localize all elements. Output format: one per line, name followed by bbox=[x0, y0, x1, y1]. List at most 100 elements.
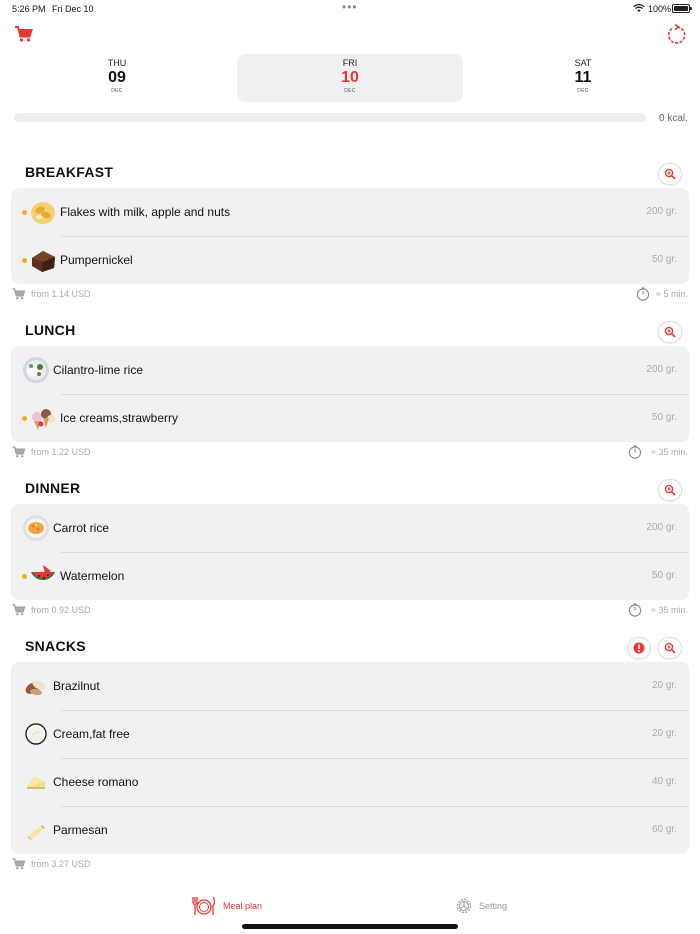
food-name: Flakes with milk, apple and nuts bbox=[60, 205, 231, 219]
timer-icon bbox=[636, 287, 650, 301]
zoom-in-icon bbox=[664, 642, 676, 654]
lunch-zoom-button[interactable] bbox=[658, 321, 682, 343]
lunch-card: Cilantro-lime rice 200 gr. Ice creams,st… bbox=[11, 346, 689, 442]
setting-icon bbox=[456, 898, 472, 914]
home-indicator bbox=[242, 924, 458, 929]
day-month: DEC bbox=[344, 88, 356, 94]
calorie-progress-bar bbox=[14, 113, 646, 122]
meal-price: from 1.22 USD bbox=[31, 447, 91, 457]
cart-icon bbox=[12, 858, 26, 870]
food-amount: 50 gr. bbox=[651, 412, 677, 423]
alert-icon bbox=[633, 642, 645, 654]
bread-icon bbox=[29, 246, 57, 274]
timer-icon bbox=[628, 445, 642, 459]
cart-icon[interactable] bbox=[14, 25, 34, 43]
dinner-title: DINNER bbox=[25, 480, 81, 496]
list-item[interactable]: Brazilnut 20 gr. bbox=[11, 662, 689, 710]
food-amount: 200 gr. bbox=[646, 364, 677, 375]
zoom-in-icon bbox=[664, 484, 676, 496]
dinner-card: Carrot rice 200 gr. Watermelon 50 gr. bbox=[11, 504, 689, 600]
meal-time: ≈ 5 min. bbox=[656, 289, 688, 299]
rice-bowl-icon bbox=[22, 356, 50, 384]
day-number: 11 bbox=[574, 69, 592, 86]
tab-setting[interactable]: Setting bbox=[455, 893, 507, 919]
day-number: 10 bbox=[341, 69, 359, 86]
day-thu[interactable]: THU 09 DEC bbox=[4, 54, 230, 102]
status-bar: 5:26 PM Fri Dec 10 ••• 100% bbox=[0, 0, 700, 18]
food-name: Cream,fat free bbox=[53, 727, 130, 741]
food-name: Ice creams,strawberry bbox=[60, 411, 179, 425]
cart-icon bbox=[12, 446, 26, 458]
status-dot bbox=[22, 574, 27, 579]
meal-price: from 3.27 USD bbox=[31, 859, 91, 869]
breakfast-zoom-button[interactable] bbox=[658, 163, 682, 185]
status-dot bbox=[22, 416, 27, 421]
day-sat[interactable]: SAT 11 DEC bbox=[470, 54, 696, 102]
snacks-footer: from 3.27 USD bbox=[12, 858, 688, 872]
snacks-zoom-button[interactable] bbox=[658, 637, 682, 659]
zoom-in-icon bbox=[664, 326, 676, 338]
list-item[interactable]: Flakes with milk, apple and nuts 200 gr. bbox=[11, 188, 689, 236]
meal-time: ≈ 35 min. bbox=[651, 605, 688, 615]
tab-label: Meal plan bbox=[223, 901, 263, 911]
battery-percent: 100% bbox=[648, 4, 672, 14]
food-amount: 50 gr. bbox=[651, 570, 677, 581]
carrot-rice-icon bbox=[22, 514, 50, 542]
breakfast-title: BREAKFAST bbox=[25, 164, 114, 180]
cheese-icon bbox=[22, 768, 50, 796]
lunch-title: LUNCH bbox=[25, 322, 76, 338]
food-amount: 200 gr. bbox=[646, 206, 677, 217]
wifi-icon bbox=[633, 3, 645, 15]
food-amount: 60 gr. bbox=[651, 824, 677, 835]
day-name: THU bbox=[107, 58, 127, 68]
dinner-footer: from 0.92 USD ≈ 35 min. bbox=[12, 603, 688, 618]
day-month: DEC bbox=[577, 88, 589, 94]
cereal-icon bbox=[29, 198, 57, 226]
food-name: Cheese romano bbox=[53, 775, 139, 789]
calorie-label: 0 kcal. bbox=[659, 113, 688, 124]
food-name: Cilantro-lime rice bbox=[53, 363, 144, 377]
watermelon-icon bbox=[29, 562, 57, 590]
food-name: Watermelon bbox=[60, 569, 125, 583]
food-name: Carrot rice bbox=[53, 521, 110, 535]
list-item[interactable]: Watermelon 50 gr. bbox=[11, 552, 689, 600]
refresh-icon[interactable] bbox=[666, 23, 688, 46]
dinner-zoom-button[interactable] bbox=[658, 479, 682, 501]
battery-icon bbox=[672, 4, 692, 13]
cream-icon bbox=[22, 720, 50, 748]
list-item[interactable]: Parmesan 60 gr. bbox=[11, 806, 689, 854]
day-number: 09 bbox=[108, 69, 126, 86]
tab-bar: Meal plan Setting bbox=[0, 893, 700, 923]
brazilnut-icon bbox=[22, 672, 50, 700]
tab-meal-plan[interactable]: Meal plan bbox=[191, 893, 262, 919]
cart-icon bbox=[12, 604, 26, 616]
snacks-warning-button[interactable] bbox=[627, 637, 651, 659]
day-fri[interactable]: FRI 10 DEC bbox=[237, 54, 463, 102]
timer-icon bbox=[628, 603, 642, 617]
parmesan-icon bbox=[22, 816, 50, 844]
status-dot bbox=[22, 258, 27, 263]
meal-plan-icon bbox=[192, 896, 216, 915]
day-selector: THU 09 DEC FRI 10 DEC SAT 11 DEC bbox=[0, 54, 700, 102]
list-item[interactable]: Pumpernickel 50 gr. bbox=[11, 236, 689, 284]
breakfast-card: Flakes with milk, apple and nuts 200 gr.… bbox=[11, 188, 689, 284]
lunch-footer: from 1.22 USD ≈ 35 min. bbox=[12, 445, 688, 460]
cart-icon bbox=[12, 288, 26, 300]
status-date: Fri Dec 10 bbox=[52, 4, 94, 14]
food-name: Pumpernickel bbox=[60, 253, 133, 267]
day-name: SAT bbox=[574, 58, 592, 68]
day-month: DEC bbox=[111, 88, 123, 94]
food-amount: 20 gr. bbox=[651, 680, 677, 691]
day-name: FRI bbox=[342, 58, 358, 68]
snacks-card: Brazilnut 20 gr. Cream,fat free 20 gr. C… bbox=[11, 662, 689, 854]
snacks-title: SNACKS bbox=[25, 638, 86, 654]
list-item[interactable]: Cilantro-lime rice 200 gr. bbox=[11, 346, 689, 394]
list-item[interactable]: Carrot rice 200 gr. bbox=[11, 504, 689, 552]
meal-price: from 1.14 USD bbox=[31, 289, 91, 299]
tab-label: Setting bbox=[479, 901, 508, 911]
multitasking-dots-icon[interactable]: ••• bbox=[342, 0, 358, 14]
list-item[interactable]: Cheese romano 40 gr. bbox=[11, 758, 689, 806]
food-amount: 50 gr. bbox=[651, 254, 677, 265]
list-item[interactable]: Ice creams,strawberry 50 gr. bbox=[11, 394, 689, 442]
list-item[interactable]: Cream,fat free 20 gr. bbox=[11, 710, 689, 758]
